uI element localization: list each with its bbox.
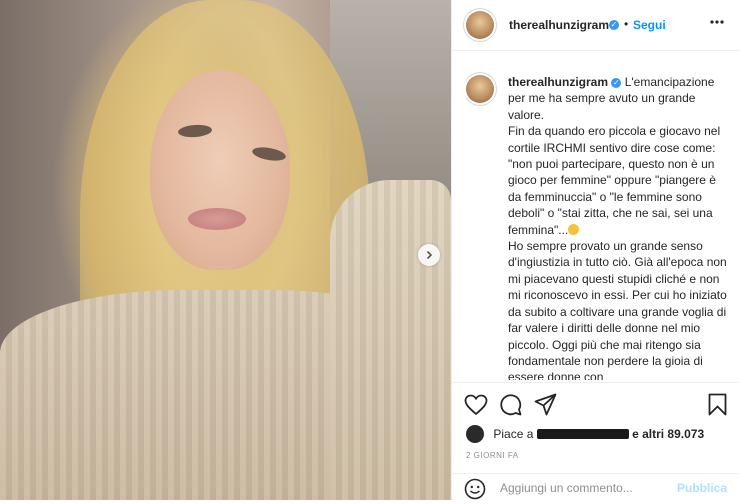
caption-username[interactable]: therealhunzigram xyxy=(508,75,608,89)
caption-paragraph-1: therealhunzigram ✓ L'emancipazione per m… xyxy=(508,75,715,122)
chevron-right-icon xyxy=(426,250,433,260)
post-header: therealhunzigram ✓ • Segui xyxy=(452,0,740,51)
caption-text: therealhunzigram ✓ L'emancipazione per m… xyxy=(508,74,728,380)
likes-summary: Piace a e altri 89.073 xyxy=(466,425,704,443)
comment-input[interactable] xyxy=(498,480,672,496)
post-timestamp[interactable]: 2 GIORNI FA xyxy=(466,451,519,460)
author-username[interactable]: therealhunzigram xyxy=(509,18,609,32)
comment-bar: Pubblica xyxy=(452,473,740,504)
post-photo[interactable] xyxy=(0,0,451,500)
caption-verified-badge-icon: ✓ xyxy=(611,77,622,88)
header-separator: • xyxy=(624,17,629,31)
emoji-picker-icon[interactable] xyxy=(464,478,486,500)
emoji-icon xyxy=(568,223,580,235)
photo-lips xyxy=(188,208,246,230)
post-side-panel: therealhunzigram ✓ • Segui therealhunzig… xyxy=(451,0,740,500)
verified-badge-icon: ✓ xyxy=(609,20,619,30)
heart-icon[interactable] xyxy=(464,394,488,416)
caption-author-avatar[interactable] xyxy=(466,75,494,103)
likes-count[interactable]: e altri 89.073 xyxy=(632,427,704,441)
liker-avatar[interactable] xyxy=(466,425,484,443)
carousel-next-button[interactable] xyxy=(418,244,440,266)
author-avatar[interactable] xyxy=(466,11,494,39)
post-actions: Piace a e altri 89.073 2 GIORNI FA Pubbl… xyxy=(452,382,740,503)
photo-face xyxy=(150,70,290,270)
share-icon[interactable] xyxy=(534,393,557,416)
photo-arm xyxy=(330,180,451,500)
liker-username-redacted[interactable] xyxy=(536,429,629,439)
follow-button[interactable]: Segui xyxy=(633,18,666,32)
comment-icon[interactable] xyxy=(499,393,522,416)
more-options-icon[interactable] xyxy=(710,20,724,24)
caption-area: therealhunzigram ✓ L'emancipazione per m… xyxy=(466,62,728,380)
caption-paragraph-3: Ho sempre provato un grande senso d'ingi… xyxy=(508,239,727,380)
caption-paragraph-2: Fin da quando ero piccola e giocavo nel … xyxy=(508,124,721,237)
bookmark-icon[interactable] xyxy=(708,393,727,416)
publish-button[interactable]: Pubblica xyxy=(677,481,727,495)
